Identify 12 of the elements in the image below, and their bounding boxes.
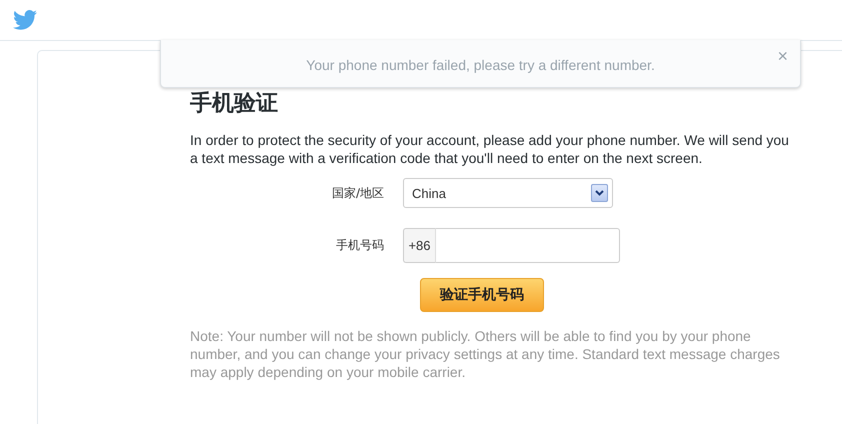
caret-icon [591,184,608,202]
page-heading: 手机验证 [190,91,279,117]
country-label: 国家/地区 [330,184,385,202]
verify-button[interactable]: 验证手机号码 [420,278,544,312]
phone-label: 手机号码 [335,237,385,254]
bird-logo-icon[interactable] [13,10,37,30]
note-text: Note: Your number will not be shown publicly. Others will be able to find you by your phone number, and you can change your privacy settings at any time. Standard text message charges may apply depending on your mobile carrier. [190,327,780,381]
intro-text: In order to protect the security of your account, please add your phone number. We will send you a text message with a verification code that you'll need to enter on the next screen. [190,131,790,167]
phone-input[interactable] [436,228,620,263]
country-code-prefix: +86 [403,228,436,263]
error-message: Your phone number failed, please try a different number. [306,56,655,72]
country-select[interactable]: China [403,178,613,208]
